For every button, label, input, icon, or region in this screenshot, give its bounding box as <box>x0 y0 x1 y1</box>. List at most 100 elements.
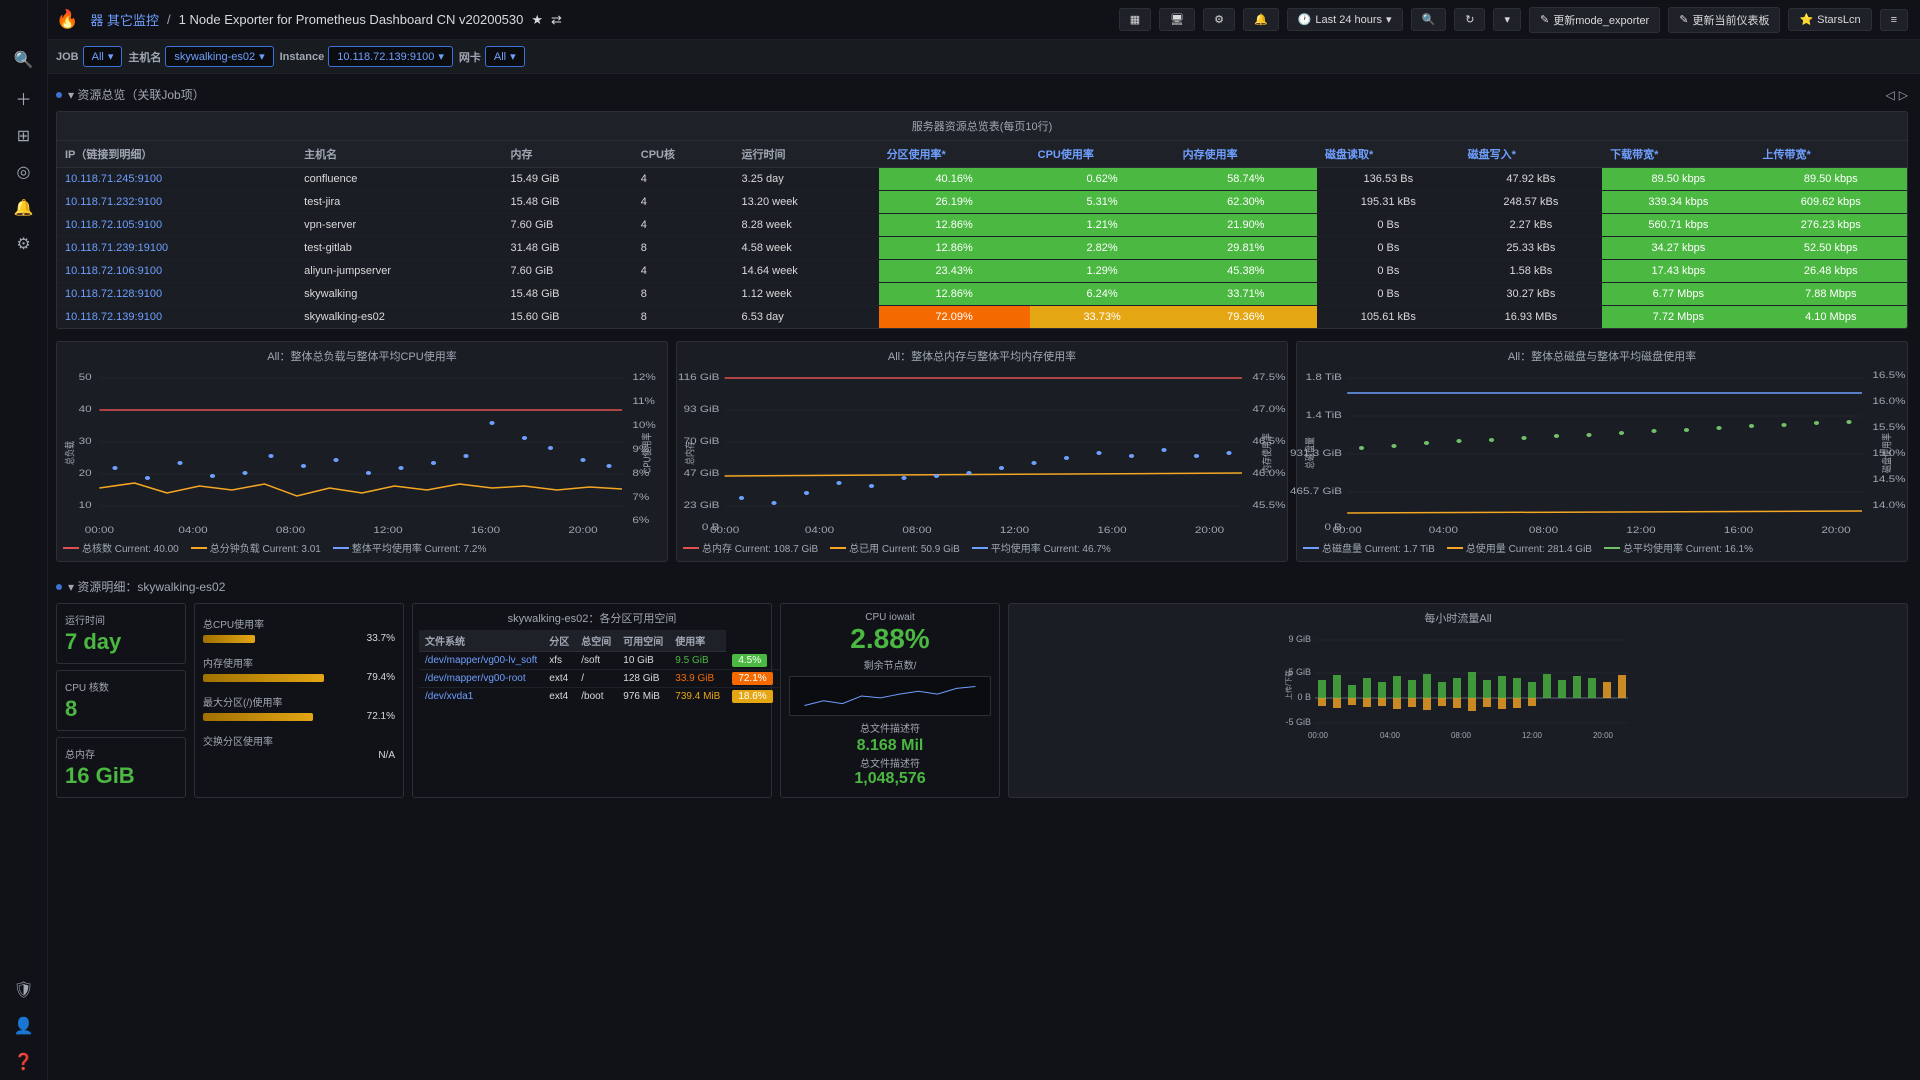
row-disk-read: 105.61 kBs <box>1317 306 1460 329</box>
legend-total-cores: 总核数 Current: 40.00 <box>63 540 179 555</box>
share-icon[interactable]: ⇄ <box>551 12 562 28</box>
disk-row-avail: 739.4 MiB <box>669 688 726 706</box>
col-mem-usage[interactable]: 内存使用率 <box>1175 141 1317 168</box>
table-row: 10.118.72.139:9100 skywalking-es02 15.60… <box>57 306 1907 329</box>
zoom-out-btn[interactable]: 🔍 <box>1411 8 1447 31</box>
svg-text:12:00: 12:00 <box>1522 731 1543 740</box>
stats-col1: 运行时间 7 day CPU 核数 8 总内存 16 GiB <box>56 603 186 798</box>
resource-detail-title: ▾ 资源明细：skywalking-es02 <box>68 578 225 595</box>
col-hostname: 主机名 <box>296 141 502 168</box>
tv-icon-btn[interactable]: 🖥 <box>1159 8 1195 31</box>
sidebar-explore-icon[interactable]: ◎ <box>17 162 31 182</box>
svg-text:00:00: 00:00 <box>85 526 114 535</box>
row-memory: 15.48 GiB <box>502 191 632 214</box>
sidebar-alert-icon[interactable]: 🔔 <box>14 198 34 218</box>
total-files-label: 总文件描述符 <box>789 755 991 770</box>
svg-text:14.5%: 14.5% <box>1872 475 1905 484</box>
disk-row-avail: 33.9 GiB <box>669 670 726 688</box>
cpu-cores-box: CPU 核数 8 <box>56 670 186 731</box>
row-ip[interactable]: 10.118.71.239:19100 <box>57 237 296 260</box>
uptime-box: 运行时间 7 day <box>56 603 186 664</box>
network-select[interactable]: All ▾ <box>485 46 525 67</box>
disk-row-fs[interactable]: /dev/mapper/vg00-lv_soft <box>419 652 543 670</box>
hostname-select[interactable]: skywalking-es02 ▾ <box>165 46 273 67</box>
row-ip[interactable]: 10.118.71.232:9100 <box>57 191 296 214</box>
row-ip[interactable]: 10.118.72.139:9100 <box>57 306 296 329</box>
col-disk-read[interactable]: 磁盘读取* <box>1317 141 1460 168</box>
header: 🔥 器 其它监控 / 1 Node Exporter for Prometheu… <box>0 0 1920 40</box>
col-dl-bw[interactable]: 下载带宽* <box>1602 141 1754 168</box>
graph-icon-btn[interactable]: ▦ <box>1119 8 1151 31</box>
usage-bars-box: 总CPU使用率 33.7% 内存使用率 79.4% 最大分区 <box>194 603 404 798</box>
instance-select[interactable]: 10.118.72.139:9100 ▾ <box>328 46 453 67</box>
row-partition: 12.86% <box>879 237 1030 260</box>
iowait-files-label: 总文件描述符 <box>789 720 991 735</box>
row-disk-read: 0 Bs <box>1317 260 1460 283</box>
col-partition: 分区 <box>543 630 575 652</box>
row-mem-usage: 21.90% <box>1175 214 1317 237</box>
stars-btn[interactable]: ⭐ StarsLcn <box>1788 8 1871 31</box>
refresh-btn[interactable]: ↻ <box>1454 8 1485 31</box>
partition-bar-container <box>203 713 356 721</box>
sidebar-help-icon[interactable]: ❓ <box>14 1052 34 1072</box>
row-hostname: test-gitlab <box>296 237 502 260</box>
disk-detail-table: 文件系统 分区 总空间 可用空间 使用率 /dev/mapper/vg00-lv… <box>419 630 779 705</box>
refresh-icons: ◁ ▷ <box>1886 88 1908 102</box>
row-cpu-usage: 5.31% <box>1030 191 1175 214</box>
resource-detail-header[interactable]: ▾ 资源明细：skywalking-es02 <box>56 574 1908 599</box>
update-mode-btn[interactable]: ✎ 更新mode_exporter <box>1529 7 1660 33</box>
svg-text:9 GiB: 9 GiB <box>1288 634 1311 644</box>
instance-label: Instance <box>280 51 325 63</box>
sidebar-add-icon[interactable]: ＋ <box>15 86 31 110</box>
svg-text:16:00: 16:00 <box>1097 526 1126 535</box>
col-disk-write[interactable]: 磁盘写入* <box>1460 141 1603 168</box>
sidebar-user-icon[interactable]: 👤 <box>14 1016 34 1036</box>
row-ip[interactable]: 10.118.72.106:9100 <box>57 260 296 283</box>
mem-chart-panel: All：整体总内存与整体平均内存使用率 116 GiB 93 GiB 70 Gi… <box>676 341 1288 562</box>
svg-text:931.3 GiB: 931.3 GiB <box>1290 449 1342 458</box>
star-icon[interactable]: ★ <box>531 12 543 28</box>
row-uptime: 1.12 week <box>734 283 879 306</box>
row-uptime: 8.28 week <box>734 214 879 237</box>
breadcrumb-prefix[interactable]: 器 其它监控 <box>90 10 159 29</box>
row-ip[interactable]: 10.118.71.245:9100 <box>57 168 296 191</box>
svg-text:47.0%: 47.0% <box>1252 405 1285 414</box>
refresh-right-icon[interactable]: ▷ <box>1899 88 1908 102</box>
disk-row-fs[interactable]: /dev/xvda1 <box>419 688 543 706</box>
col-uptime: 运行时间 <box>734 141 879 168</box>
col-cpu-usage[interactable]: CPU使用率 <box>1030 141 1175 168</box>
settings-icon-btn[interactable]: ⚙ <box>1203 8 1235 31</box>
more-btn[interactable]: ▾ <box>1493 8 1521 31</box>
sidebar-settings-icon[interactable]: ⚙ <box>16 234 30 254</box>
resource-overview-header[interactable]: ▾ 资源总览（关联Job项） ◁ ▷ <box>56 82 1908 107</box>
table-title: 服务器资源总览表(每页10行) <box>57 112 1907 141</box>
disk-row-fs[interactable]: /dev/mapper/vg00-root <box>419 670 543 688</box>
disk-row-mount: / <box>575 670 617 688</box>
notification-icon-btn[interactable]: 🔔 <box>1243 8 1279 31</box>
sidebar-shield-icon[interactable]: 🛡 <box>13 980 33 1000</box>
row-ip[interactable]: 10.118.72.128:9100 <box>57 283 296 306</box>
mem-bar-fill <box>203 674 324 682</box>
time-picker[interactable]: 🕐 Last 24 hours ▾ <box>1287 8 1403 31</box>
job-select[interactable]: All ▾ <box>83 46 123 67</box>
refresh-left-icon[interactable]: ◁ <box>1886 88 1895 102</box>
svg-text:16.0%: 16.0% <box>1872 397 1905 406</box>
svg-text:47 GiB: 47 GiB <box>684 469 720 478</box>
network-filter: 网卡 All ▾ <box>459 46 525 67</box>
col-ul-bw[interactable]: 上传带宽* <box>1755 141 1907 168</box>
sidebar-search-icon[interactable]: 🔍 <box>14 50 34 70</box>
row-ip[interactable]: 10.118.72.105:9100 <box>57 214 296 237</box>
col-partition[interactable]: 分区使用率* <box>879 141 1030 168</box>
disk-chart-legend: 总磁盘量 Current: 1.7 TiB 总使用量 Current: 281.… <box>1303 540 1901 555</box>
disk-row-total: 976 MiB <box>617 688 669 706</box>
menu-icon-btn[interactable]: ≡ <box>1880 9 1908 31</box>
legend-used-mem-label: 总已用 Current: 50.9 GiB <box>849 540 960 555</box>
update-frontend-btn[interactable]: ✎ 更新当前仪表板 <box>1668 7 1780 33</box>
table-row: 10.118.71.239:19100 test-gitlab 31.48 Gi… <box>57 237 1907 260</box>
svg-text:15.5%: 15.5% <box>1872 423 1905 432</box>
traffic-chart-area: 9 GiB 5 GiB 0 B -5 GiB <box>1015 630 1901 740</box>
sidebar-dashboard-icon[interactable]: ⊞ <box>17 126 30 146</box>
row-ul-bw: 26.48 kbps <box>1755 260 1907 283</box>
row-uptime: 13.20 week <box>734 191 879 214</box>
uptime-value: 7 day <box>65 629 177 655</box>
